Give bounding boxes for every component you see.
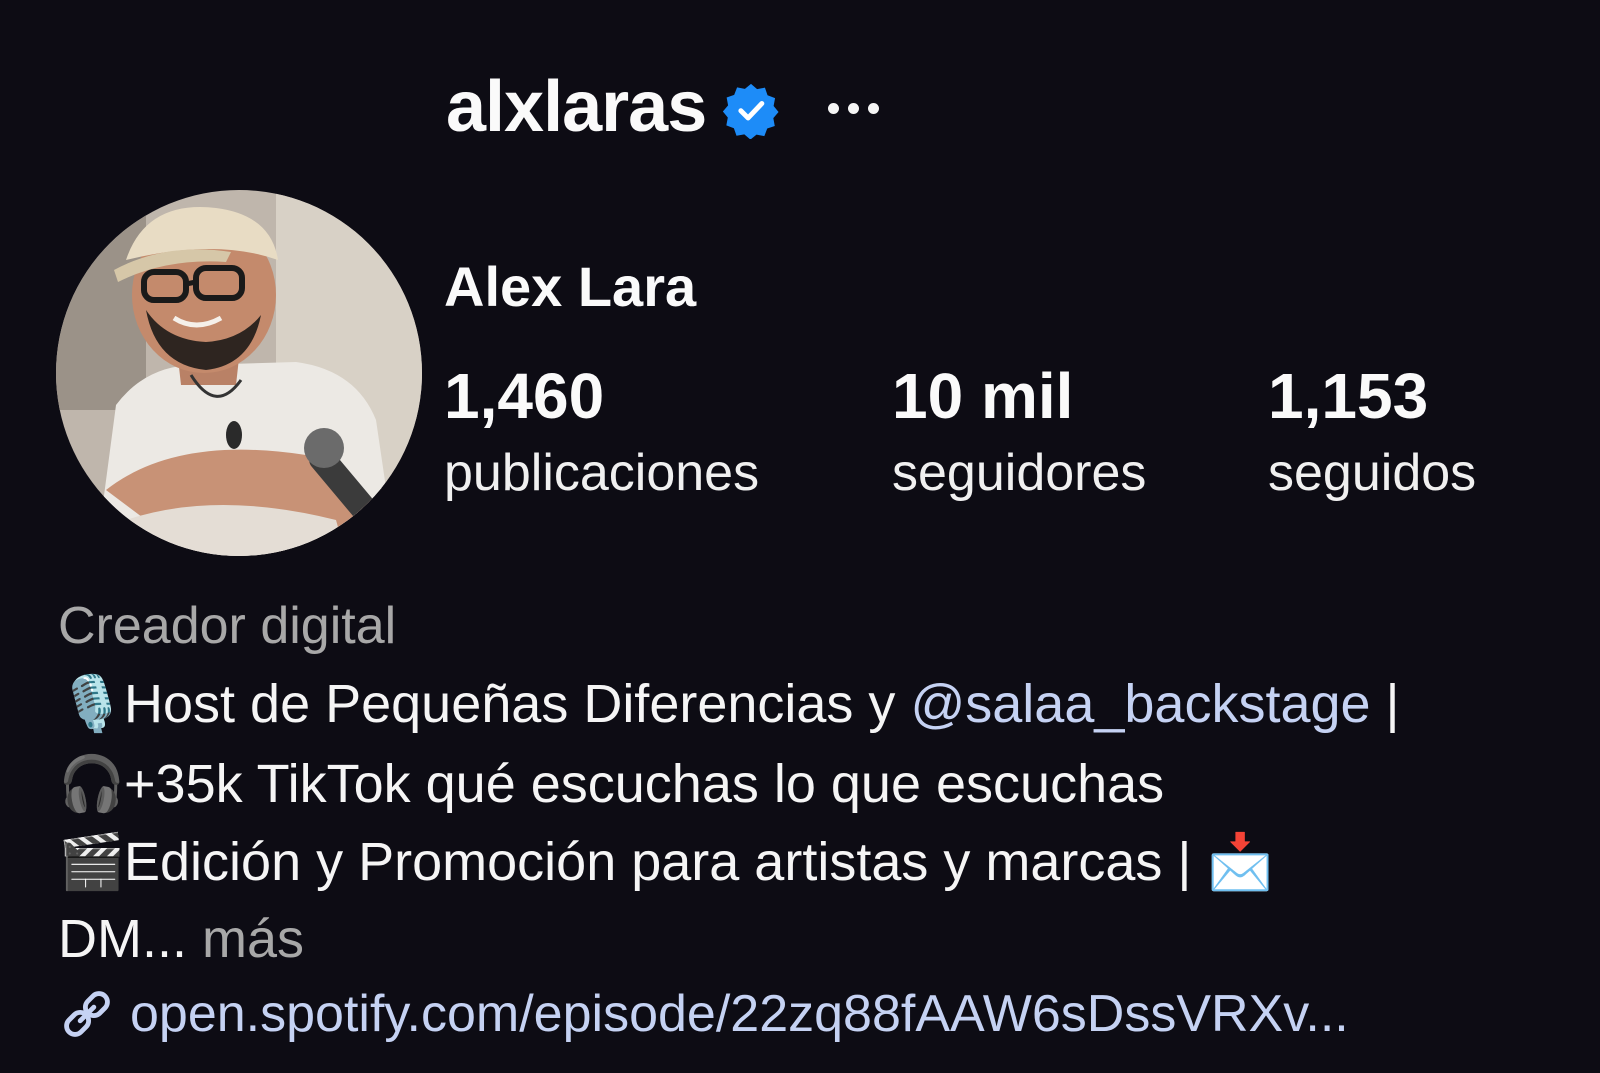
stat-posts[interactable]: 1,460 publicaciones — [444, 360, 759, 507]
verified-badge-icon — [723, 83, 779, 139]
followers-label: seguidores — [892, 443, 1147, 502]
posts-count: 1,460 — [444, 360, 605, 432]
profile-page: alxlaras Alex Lara 1,460 publicaciones 1… — [0, 0, 1600, 1073]
avatar-image — [56, 190, 422, 556]
bio-text: Edición y Promoción para artistas y marc… — [124, 832, 1207, 892]
username: alxlaras — [446, 67, 707, 147]
more-options-icon[interactable] — [828, 102, 880, 114]
profile-full-name: Alex Lara — [444, 255, 697, 318]
bio-more-button[interactable]: más — [202, 909, 304, 969]
bio-line-2: 🎧+35k TikTok qué escuchas lo que escucha… — [58, 752, 1164, 816]
bio-line-4: DM... más — [58, 908, 304, 970]
bio-text: +35k TikTok qué escuchas lo que escuchas — [124, 754, 1165, 814]
microphone-emoji: 🎙️ — [58, 672, 126, 735]
followers-count: 10 mil — [892, 360, 1074, 432]
profile-avatar[interactable] — [56, 190, 422, 556]
profile-category: Creador digital — [58, 597, 397, 655]
profile-header: alxlaras — [446, 62, 880, 152]
bio-text: Host de Pequeñas Diferencias y — [124, 674, 911, 734]
bio-separator: | — [1370, 674, 1400, 734]
mention-link[interactable]: @salaa_backstage — [910, 674, 1370, 734]
bio-line-3: 🎬Edición y Promoción para artistas y mar… — [58, 830, 1274, 894]
link-chain-icon — [64, 991, 110, 1037]
posts-label: publicaciones — [444, 443, 760, 502]
bio-line-1: 🎙️Host de Pequeñas Diferencias y @salaa_… — [58, 672, 1400, 736]
envelope-emoji: 📩 — [1206, 832, 1274, 892]
stat-following[interactable]: 1,153 seguidos — [1268, 360, 1476, 507]
following-count: 1,153 — [1268, 360, 1429, 432]
link-text: open.spotify.com/episode/22zq88fAAW6sDss… — [130, 985, 1349, 1043]
following-label: seguidos — [1268, 443, 1477, 502]
headphones-emoji: 🎧 — [58, 752, 126, 815]
clapperboard-emoji: 🎬 — [58, 830, 126, 893]
bio-text: DM... — [58, 909, 202, 969]
stat-followers[interactable]: 10 mil seguidores — [892, 360, 1146, 507]
profile-link[interactable]: open.spotify.com/episode/22zq88fAAW6sDss… — [58, 984, 1349, 1044]
